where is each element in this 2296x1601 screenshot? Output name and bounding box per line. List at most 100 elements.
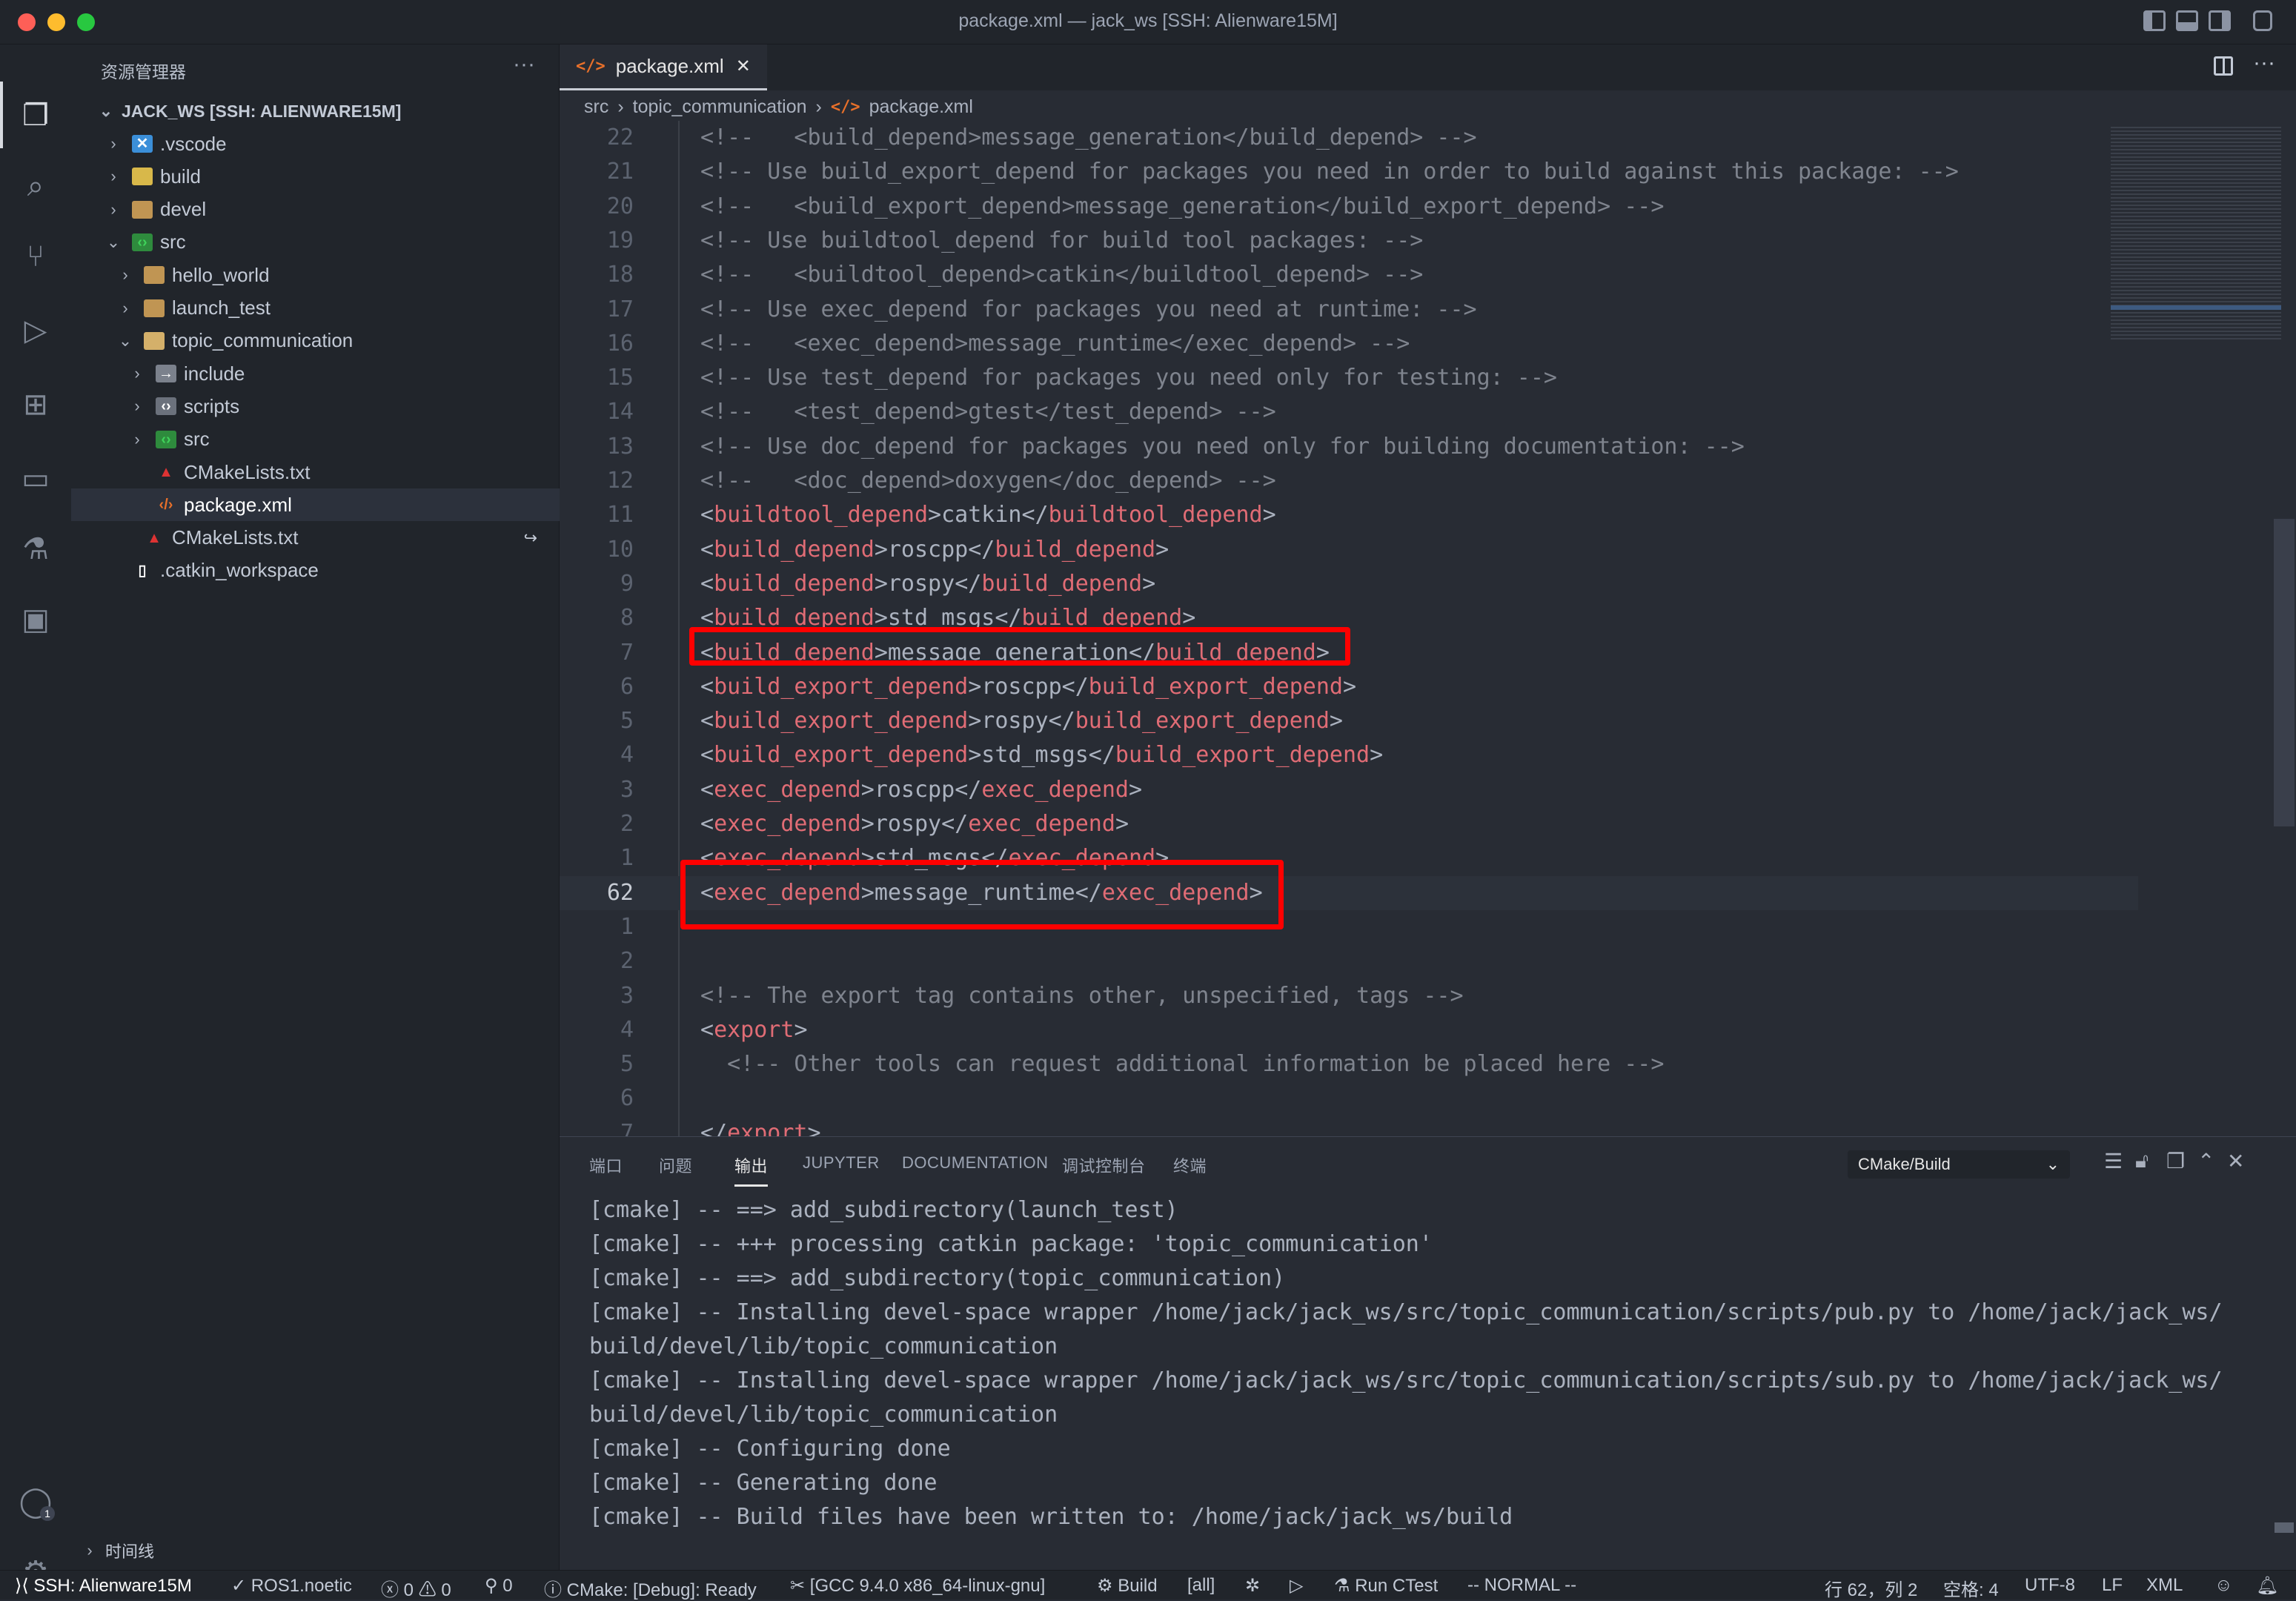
tree-item[interactable]: › hello_world xyxy=(71,259,560,291)
code-line[interactable]: 14 <!-- <test_depend>gtest</test_depend> … xyxy=(560,395,2138,429)
lock-scroll-icon[interactable]: 🔓︎ xyxy=(2135,1149,2149,1173)
build-button[interactable]: ⚙ Build xyxy=(1097,1575,1158,1597)
xml-text: > xyxy=(968,742,982,769)
tree-item[interactable]: ▲ CMakeLists.txt xyxy=(71,456,560,488)
panel-tab[interactable]: JUPYTER xyxy=(803,1153,880,1173)
close-tab-icon[interactable]: ✕ xyxy=(736,56,751,77)
code-line[interactable]: 10 <build_depend>roscpp</build_depend> xyxy=(560,533,2138,567)
indentation[interactable]: 空格: 4 xyxy=(1943,1575,1999,1601)
code-line[interactable]: 20 <!-- <build_export_depend>message_gene… xyxy=(560,190,2138,224)
code-line[interactable]: 11 <buildtool_depend>catkin</buildtool_de… xyxy=(560,498,2138,532)
encoding[interactable]: UTF-8 xyxy=(2025,1575,2075,1596)
code-line[interactable]: 2 <exec_depend>rospy</exec_depend> xyxy=(560,807,2138,841)
xml-comment: <!-- Use test_depend for packages you ne… xyxy=(700,365,1557,391)
tree-item[interactable]: ▲ CMakeLists.txt ↪ xyxy=(71,522,560,554)
code-line[interactable]: 5 <build_export_depend>rospy</build_expor… xyxy=(560,704,2138,738)
language-mode[interactable]: XML xyxy=(2146,1575,2183,1596)
code-line[interactable]: 3 <exec_depend>roscpp</exec_depend> xyxy=(560,773,2138,807)
breadcrumb-folder[interactable]: topic_communication xyxy=(633,96,807,118)
clear-output-icon[interactable]: ☰ xyxy=(2104,1149,2123,1173)
run-ctest-button[interactable]: ⚗ Run CTest xyxy=(1334,1575,1438,1597)
remote-indicator[interactable]: ⟩⟨ SSH: Alienware15M xyxy=(15,1575,192,1597)
tree-item[interactable]: › ‹› src xyxy=(71,423,560,456)
notifications-bell-icon[interactable]: 🔔︎ xyxy=(2256,1575,2278,1597)
cursor-position[interactable]: 行 62，列 2 xyxy=(1825,1575,1917,1601)
code-line[interactable]: 9 <build_depend>rospy</build_depend> xyxy=(560,567,2138,601)
explorer-icon[interactable]: ❐ xyxy=(16,96,55,135)
code-line[interactable]: 16 <!-- <exec_depend>message_runtime</exe… xyxy=(560,327,2138,361)
panel-tab[interactable]: 问题 xyxy=(659,1153,692,1177)
split-editor-icon[interactable] xyxy=(2214,56,2233,76)
code-line[interactable]: 2 xyxy=(560,944,2138,978)
panel-tab[interactable]: DOCUMENTATION xyxy=(902,1153,1049,1173)
breadcrumb-src[interactable]: src xyxy=(584,96,608,118)
open-in-editor-icon[interactable]: ❐ xyxy=(2166,1149,2185,1173)
toggle-sidebar-icon[interactable] xyxy=(2143,10,2166,31)
problems-status[interactable]: ⓧ 0 ⚠ 0 xyxy=(381,1575,451,1601)
xml-tag-name: build_depend xyxy=(995,536,1156,563)
output-log[interactable]: [cmake] -- ==> add_subdirectory(launch_t… xyxy=(589,1193,2223,1534)
tree-item[interactable]: › → include xyxy=(71,357,560,390)
run-debug-icon[interactable]: ▷ xyxy=(16,311,55,350)
close-panel-icon[interactable]: ✕ xyxy=(2227,1149,2244,1173)
run-icon[interactable]: ▷ xyxy=(1290,1575,1303,1597)
feedback-icon[interactable]: ☺ xyxy=(2214,1575,2233,1596)
tree-item[interactable]: › build xyxy=(71,160,560,193)
toggle-panel-icon[interactable] xyxy=(2176,10,2198,31)
code-line[interactable]: 15 <!-- Use test_depend for packages you … xyxy=(560,361,2138,395)
build-target[interactable]: [all] xyxy=(1187,1575,1215,1596)
tree-item[interactable]: ⌄ topic_communication xyxy=(71,325,560,357)
editor-more-actions-icon[interactable]: ··· xyxy=(2253,50,2275,76)
tree-item[interactable]: › ‹› scripts xyxy=(71,390,560,422)
tree-item[interactable]: › ✕ .vscode xyxy=(71,127,560,160)
more-actions-icon[interactable]: ··· xyxy=(513,52,535,77)
code-line[interactable]: 18 <!-- <buildtool_depend>catkin</buildto… xyxy=(560,258,2138,292)
end-of-line[interactable]: LF xyxy=(2102,1575,2123,1596)
panel-tab[interactable]: 调试控制台 xyxy=(1062,1153,1146,1177)
code-line[interactable]: 7 </export> xyxy=(560,1116,2138,1136)
code-line[interactable]: 21 <!-- Use build_export_depend for packa… xyxy=(560,155,2138,189)
cmake-kit[interactable]: ✂ [GCC 9.4.0 x86_64-linux-gnu] xyxy=(790,1575,1045,1597)
customize-layout-icon[interactable] xyxy=(2253,10,2272,31)
tree-item[interactable]: › devel xyxy=(71,193,560,226)
panel-tab[interactable]: 端口 xyxy=(589,1153,623,1177)
maximize-panel-icon[interactable]: ⌃ xyxy=(2197,1149,2214,1173)
source-control-icon[interactable]: ⑂ xyxy=(16,237,55,276)
code-line[interactable]: 22 <!-- <build_depend>message_generation<… xyxy=(560,121,2138,155)
code-line[interactable]: 6 <build_export_depend>roscpp</build_expo… xyxy=(560,670,2138,704)
tree-item[interactable]: ▯ .catkin_workspace xyxy=(71,554,560,587)
ros-status[interactable]: ✓ ROS1.noetic xyxy=(231,1575,352,1597)
cmake-status[interactable]: ⓘ CMake: [Debug]: Ready xyxy=(544,1575,757,1601)
xml-text: < xyxy=(700,811,714,837)
line-text: <!-- Use doc_depend for packages you nee… xyxy=(700,430,1745,464)
debug-icon[interactable]: ✲ xyxy=(1245,1575,1260,1597)
code-line[interactable]: 19 <!-- Use buildtool_depend for build to… xyxy=(560,224,2138,258)
tab-package-xml[interactable]: </> package.xml ✕ xyxy=(560,44,767,90)
testing-icon[interactable]: ⚗ xyxy=(16,530,55,569)
panel-tab[interactable]: 输出 xyxy=(734,1153,769,1187)
code-line[interactable]: 4 <build_export_depend>std_msgs</build_ex… xyxy=(560,738,2138,772)
code-line[interactable]: 6 xyxy=(560,1081,2138,1116)
toggle-secondary-sidebar-icon[interactable] xyxy=(2209,10,2231,31)
workspace-root[interactable]: ⌄ JACK_WS [SSH: ALIENWARE15M] xyxy=(71,95,560,127)
extensions-icon[interactable]: ⊞ xyxy=(16,385,55,424)
code-line[interactable]: 17 <!-- Use exec_depend for packages you … xyxy=(560,293,2138,327)
ports-status[interactable]: ⚲ 0 xyxy=(485,1575,513,1597)
panel-tab[interactable]: 终端 xyxy=(1173,1153,1207,1177)
tree-item[interactable]: › launch_test xyxy=(71,292,560,325)
code-line[interactable]: 13 <!-- Use doc_depend for packages you n… xyxy=(560,430,2138,464)
breadcrumb-file[interactable]: package.xml xyxy=(869,96,973,118)
output-channel-select[interactable]: CMake/Build ⌄ xyxy=(1848,1150,2070,1179)
tree-item[interactable]: ‹/› package.xml xyxy=(71,488,560,522)
editor-scrollbar[interactable] xyxy=(2274,519,2295,826)
cmake-panel-icon[interactable]: ▣ xyxy=(16,600,55,639)
remote-explorer-icon[interactable]: ▭ xyxy=(16,460,55,498)
panel-scrollbar[interactable] xyxy=(2275,1522,2294,1533)
tree-item[interactable]: ⌄ ‹› src xyxy=(71,226,560,259)
search-icon[interactable]: ⌕ xyxy=(16,167,55,205)
code-line[interactable]: 5 <!-- Other tools can request additiona… xyxy=(560,1047,2138,1081)
timeline-section[interactable]: › 时间线 xyxy=(71,1534,560,1567)
code-line[interactable]: 3 <!-- The export tag contains other, uns… xyxy=(560,979,2138,1013)
code-line[interactable]: 4 <export> xyxy=(560,1013,2138,1047)
code-line[interactable]: 12 <!-- <doc_depend>doxygen</doc_depend> … xyxy=(560,464,2138,498)
